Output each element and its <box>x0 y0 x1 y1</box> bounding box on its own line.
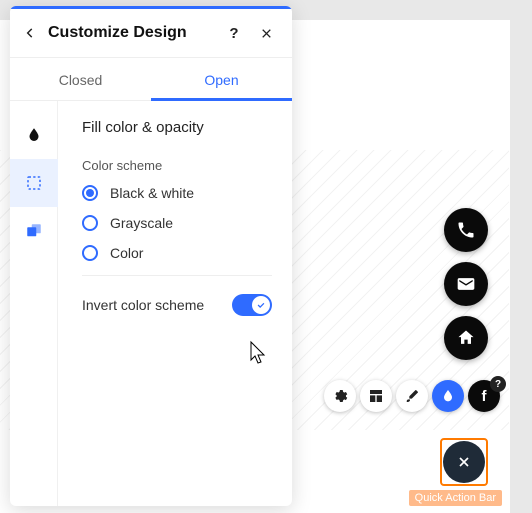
side-tab-selection[interactable] <box>10 159 58 207</box>
help-badge-icon[interactable]: ? <box>490 376 506 392</box>
toggle-knob <box>252 296 270 314</box>
panel-content: Fill color & opacity Color scheme Black … <box>58 101 292 506</box>
divider <box>82 275 272 276</box>
phone-button[interactable] <box>444 208 488 252</box>
quick-action-bar-label: Quick Action Bar <box>409 490 502 506</box>
invert-label: Invert color scheme <box>82 297 204 313</box>
facebook-icon: f <box>482 388 487 405</box>
tab-open[interactable]: Open <box>151 58 292 100</box>
radio-color[interactable]: Color <box>82 245 272 261</box>
selected-close-action <box>440 438 488 486</box>
radio-label: Black & white <box>110 185 194 201</box>
radio-icon <box>82 245 98 261</box>
side-tabs <box>10 101 58 506</box>
panel-tabs: Closed Open <box>10 58 292 101</box>
tab-closed[interactable]: Closed <box>10 58 151 100</box>
back-icon[interactable] <box>20 23 40 43</box>
drop-icon <box>10 111 58 159</box>
radio-black-white[interactable]: Black & white <box>82 185 272 201</box>
close-panel-icon[interactable] <box>254 21 278 45</box>
fill-tool[interactable] <box>432 380 464 412</box>
panel-header: Customize Design ? <box>10 9 292 58</box>
invert-toggle[interactable] <box>232 294 272 316</box>
email-button[interactable] <box>444 262 488 306</box>
close-action-button[interactable] <box>443 441 485 483</box>
canvas-scrollgutter <box>510 0 532 513</box>
layout-tool[interactable] <box>360 380 392 412</box>
side-tab-layers[interactable] <box>10 207 58 255</box>
radio-label: Color <box>110 245 143 261</box>
panel-title: Customize Design <box>48 24 222 42</box>
section-title: Fill color & opacity <box>82 119 272 136</box>
radio-icon <box>82 215 98 231</box>
radio-label: Grayscale <box>110 215 173 231</box>
design-tool-row: f ? <box>324 380 500 412</box>
settings-tool[interactable] <box>324 380 356 412</box>
customize-design-panel: Customize Design ? Closed Open Fill colo… <box>10 6 292 506</box>
quick-action-buttons <box>444 208 488 360</box>
radio-grayscale[interactable]: Grayscale <box>82 215 272 231</box>
help-icon[interactable]: ? <box>222 21 246 45</box>
invert-toggle-row: Invert color scheme <box>82 294 272 316</box>
facebook-button[interactable]: f ? <box>468 380 500 412</box>
brush-tool[interactable] <box>396 380 428 412</box>
color-scheme-label: Color scheme <box>82 158 272 173</box>
home-button[interactable] <box>444 316 488 360</box>
radio-icon <box>82 185 98 201</box>
